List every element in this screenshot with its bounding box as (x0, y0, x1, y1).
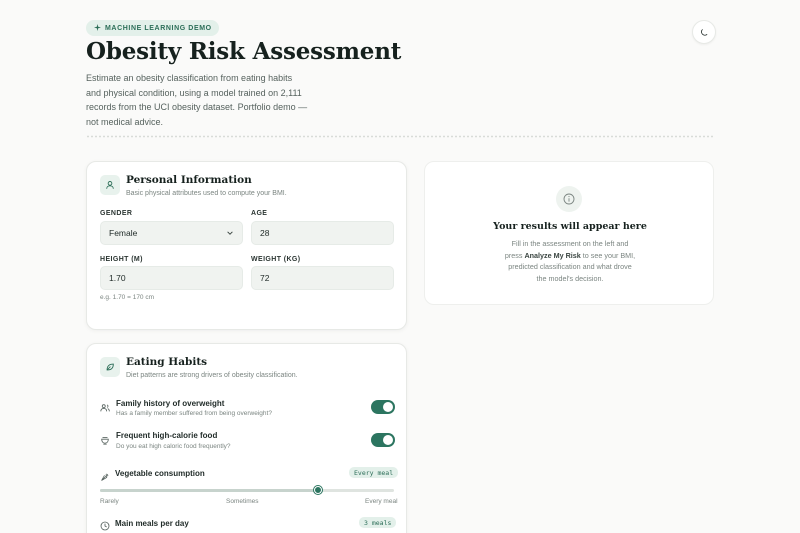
user-icon (100, 175, 120, 195)
section-subtitle: Diet patterns are strong drivers of obes… (126, 372, 298, 379)
high-calorie-toggle[interactable] (371, 433, 395, 447)
clock-icon (100, 518, 110, 533)
high-calorie-subtitle: Do you eat high caloric food frequently? (116, 443, 231, 450)
vegetable-slider-fill (100, 489, 318, 492)
section-title: Personal Information (126, 174, 252, 186)
results-title: Your results will appear here (493, 221, 647, 232)
vegetable-slider-thumb[interactable] (314, 486, 322, 494)
results-description: Fill in the assessment on the left and p… (504, 239, 636, 283)
age-value: 28 (260, 228, 270, 238)
badge: MACHINE LEARNING DEMO (86, 20, 219, 36)
dotted-divider (86, 135, 714, 138)
age-input[interactable]: 28 (251, 221, 394, 245)
scale-label-high: Every meal (365, 498, 398, 505)
main-meals-title: Main meals per day (115, 519, 189, 528)
height-label: HEIGHT (M) (100, 256, 143, 263)
carrot-icon (100, 469, 109, 487)
weight-label: WEIGHT (KG) (251, 256, 301, 263)
gender-label: GENDER (100, 210, 133, 217)
scale-label-mid: Sometimes (226, 498, 259, 505)
bowl-icon (100, 432, 110, 450)
vegetable-slider[interactable] (100, 486, 394, 494)
height-value: 1.70 (109, 273, 126, 283)
moon-icon (700, 25, 709, 40)
chevron-down-icon (226, 229, 234, 239)
scale-label-low: Rarely (100, 498, 119, 505)
vegetable-title: Vegetable consumption (115, 469, 205, 478)
family-history-title: Family history of overweight (116, 399, 225, 408)
family-history-toggle[interactable] (371, 400, 395, 414)
personal-information-card: Personal Information Basic physical attr… (86, 161, 407, 330)
height-input[interactable]: 1.70 (100, 266, 243, 290)
section-title: Eating Habits (126, 356, 208, 368)
leaf-icon (100, 357, 120, 377)
results-card: Your results will appear here Fill in th… (424, 161, 714, 305)
section-subtitle: Basic physical attributes used to comput… (126, 190, 287, 197)
vegetable-value-badge: Every meal (349, 467, 399, 478)
page-title: Obesity Risk Assessment (86, 38, 402, 65)
weight-input[interactable]: 72 (251, 266, 394, 290)
page-description: Estimate an obesity classification from … (86, 73, 308, 127)
main-meals-value-badge: 3 meals (359, 517, 397, 528)
family-icon (100, 400, 110, 418)
sparkle-icon (94, 23, 101, 33)
family-history-subtitle: Has a family member suffered from being … (116, 410, 272, 417)
eating-habits-card: Eating Habits Diet patterns are strong d… (86, 343, 407, 533)
height-hint: e.g. 1.70 = 170 cm (100, 294, 155, 301)
gender-select[interactable]: Female (100, 221, 243, 245)
info-icon (556, 186, 582, 212)
badge-label: MACHINE LEARNING DEMO (105, 24, 212, 32)
theme-toggle-button[interactable] (692, 20, 716, 44)
age-label: AGE (251, 210, 268, 217)
high-calorie-title: Frequent high-calorie food (116, 431, 218, 440)
analyze-emphasis: Analyze My Risk (524, 250, 581, 260)
weight-value: 72 (260, 273, 270, 283)
gender-value: Female (109, 228, 138, 238)
